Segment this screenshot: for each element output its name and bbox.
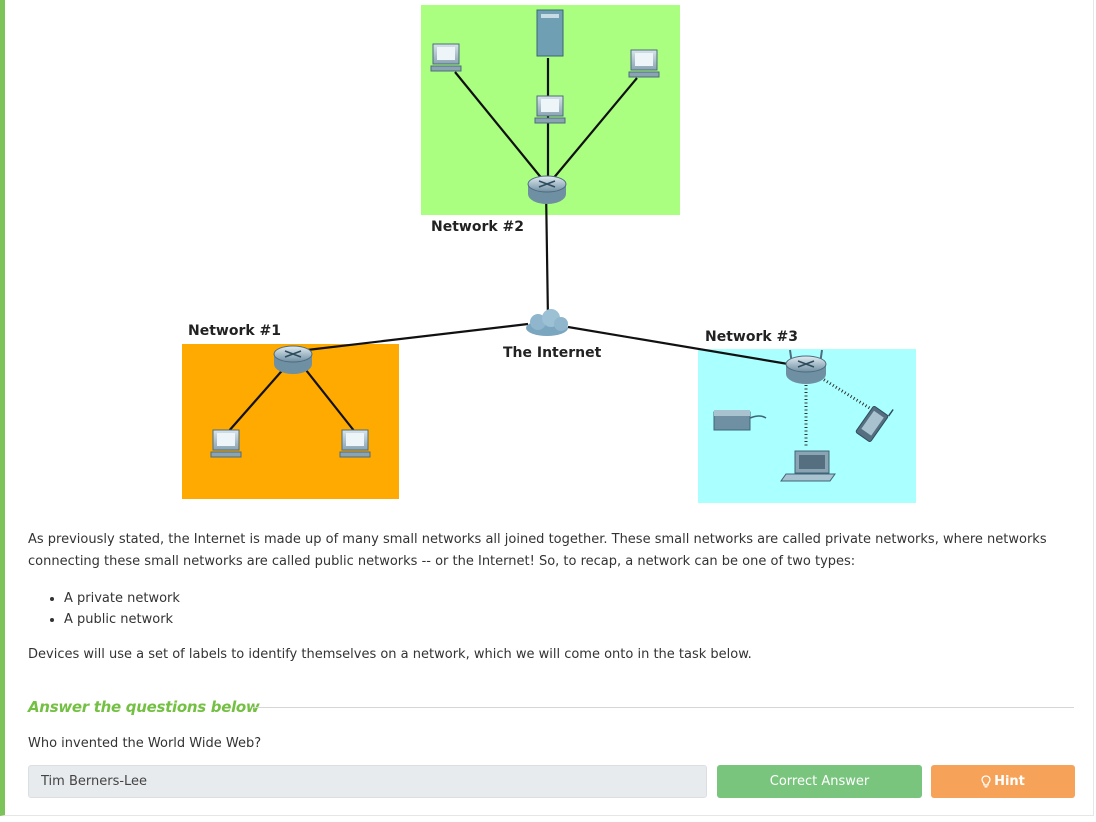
question-text: Who invented the World Wide Web? bbox=[28, 736, 262, 751]
network2-label: Network #2 bbox=[431, 219, 524, 235]
router-icon bbox=[527, 175, 567, 204]
heading-divider bbox=[252, 707, 1074, 708]
network3-label: Network #3 bbox=[705, 329, 798, 345]
cloud-icon bbox=[526, 309, 568, 336]
network-types-list: A private network A public network bbox=[28, 588, 180, 630]
lightbulb-icon bbox=[981, 774, 991, 787]
correct-answer-button[interactable]: Correct Answer bbox=[717, 765, 922, 798]
network-diagram: Network #2 Network #1 Network #3 The Int… bbox=[182, 5, 916, 503]
hint-button[interactable]: Hint bbox=[931, 765, 1075, 798]
hint-label: Hint bbox=[994, 774, 1025, 789]
list-item: A public network bbox=[64, 609, 180, 630]
computer-icon bbox=[339, 429, 371, 458]
network1-label: Network #1 bbox=[188, 323, 281, 339]
intro-paragraph: As previously stated, the Internet is ma… bbox=[28, 532, 1047, 569]
correct-answer-label: Correct Answer bbox=[769, 774, 870, 789]
computer-icon bbox=[430, 43, 462, 72]
answer-input[interactable] bbox=[28, 765, 707, 798]
computer-icon bbox=[210, 429, 242, 458]
router-icon bbox=[273, 345, 313, 374]
computer-icon bbox=[534, 95, 566, 124]
computer-icon bbox=[628, 49, 660, 78]
labels-paragraph: Devices will use a set of labels to iden… bbox=[28, 647, 752, 662]
internet-label: The Internet bbox=[503, 345, 602, 361]
list-item: A private network bbox=[64, 588, 180, 609]
server-icon bbox=[536, 9, 564, 57]
questions-heading: Answer the questions below bbox=[28, 698, 260, 716]
